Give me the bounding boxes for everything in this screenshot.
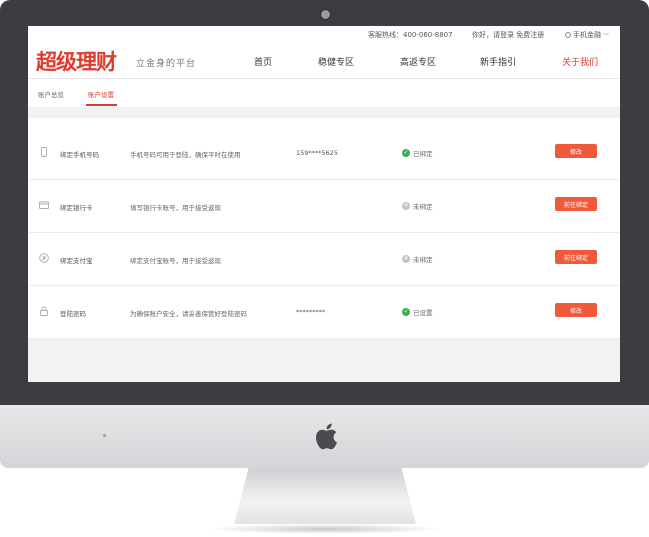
tab-bar: 账户总览 账户设置 (28, 79, 620, 107)
settings-row-alipay: 绑定支付宝 绑定支付宝账号，用于接受返现 ✕ 未绑定 前往绑定 (28, 232, 620, 286)
status-text: 已设置 (413, 309, 433, 317)
chin-dot (103, 434, 106, 437)
phone-icon (41, 147, 47, 157)
chevron-down-icon: ﹀ (603, 32, 610, 40)
check-icon: ✓ (402, 149, 410, 157)
nav-home[interactable]: 首页 (254, 55, 272, 68)
check-icon: ✓ (402, 308, 410, 316)
tab-account-overview[interactable]: 账户总览 (38, 89, 64, 99)
row-title: 登陆密码 (60, 310, 86, 318)
bank-card-icon (39, 201, 49, 209)
lock-icon (40, 306, 48, 316)
nav-high-return-zone[interactable]: 高返专区 (400, 55, 436, 68)
top-bar: 客服热线：400-060-8807 你好，请登录 免费注册 手机金融 ﹀ (28, 26, 620, 42)
row-description: 填写银行卡账号，用于接受返现 (130, 204, 221, 212)
mobile-icon (565, 32, 571, 38)
status-badge: ✓ 已绑定 (402, 148, 433, 158)
settings-row-phone: 绑定手机号码 手机号码可用于登陆，确保平时在使用 159****5625 ✓ 已绑… (28, 126, 620, 180)
bind-alipay-button[interactable]: 前往绑定 (555, 250, 597, 264)
row-title: 绑定支付宝 (60, 257, 93, 265)
apple-logo-icon (316, 423, 338, 450)
screen: 客服热线：400-060-8807 你好，请登录 免费注册 手机金融 ﹀ 超级理… (28, 26, 620, 382)
settings-row-bank-card: 绑定银行卡 填写银行卡账号，用于接受返现 ✕ 未绑定 前往绑定 (28, 179, 620, 233)
row-value: 159****5625 (296, 149, 338, 157)
nav-guide[interactable]: 新手指引 (480, 55, 516, 68)
status-badge: ✕ 未绑定 (402, 201, 433, 211)
settings-panel: 绑定手机号码 手机号码可用于登陆，确保平时在使用 159****5625 ✓ 已绑… (28, 118, 620, 339)
row-description: 绑定支付宝账号，用于接受返现 (130, 257, 221, 265)
hotline-text: 客服热线：400-060-8807 (368, 31, 453, 39)
bind-bank-card-button[interactable]: 前往绑定 (555, 197, 597, 211)
slogan: 立金身的平台 (136, 59, 197, 69)
logo[interactable]: 超级理财 (36, 46, 117, 76)
modify-password-button[interactable]: 修改 (555, 303, 597, 317)
stand-shadow (206, 524, 444, 534)
row-description: 为确保账户安全，请妥善保管好登陆密码 (130, 310, 247, 318)
status-text: 已绑定 (413, 150, 433, 158)
row-title: 绑定银行卡 (60, 204, 93, 212)
row-value: ********* (296, 308, 326, 316)
status-text: 未绑定 (413, 256, 433, 264)
active-tab-indicator (86, 104, 117, 106)
login-links[interactable]: 你好，请登录 免费注册 (472, 30, 544, 40)
status-badge: ✓ 已设置 (402, 307, 433, 317)
modify-phone-button[interactable]: 修改 (555, 144, 597, 158)
status-text: 未绑定 (413, 203, 433, 211)
monitor-frame: 客服热线：400-060-8807 你好，请登录 免费注册 手机金融 ﹀ 超级理… (0, 0, 649, 468)
settings-row-password: 登陆密码 为确保账户安全，请妥善保管好登陆密码 ********* ✓ 已设置 修… (28, 285, 620, 339)
cross-icon: ✕ (402, 202, 410, 210)
header: 超级理财 立金身的平台 首页 稳健专区 高返专区 新手指引 关于我们 (28, 42, 620, 79)
tab-account-settings[interactable]: 账户设置 (88, 89, 114, 99)
nav-about[interactable]: 关于我们 (562, 55, 598, 68)
cross-icon: ✕ (402, 255, 410, 263)
row-title: 绑定手机号码 (60, 151, 99, 159)
row-description: 手机号码可用于登陆，确保平时在使用 (130, 151, 241, 159)
mobile-finance-menu[interactable]: 手机金融 ﹀ (565, 30, 609, 40)
monitor-stand (234, 468, 416, 524)
nav-stable-zone[interactable]: 稳健专区 (318, 55, 354, 68)
status-badge: ✕ 未绑定 (402, 254, 433, 264)
mobile-finance-label: 手机金融 (573, 31, 601, 39)
camera-dot (320, 9, 331, 20)
alipay-icon (39, 253, 49, 263)
